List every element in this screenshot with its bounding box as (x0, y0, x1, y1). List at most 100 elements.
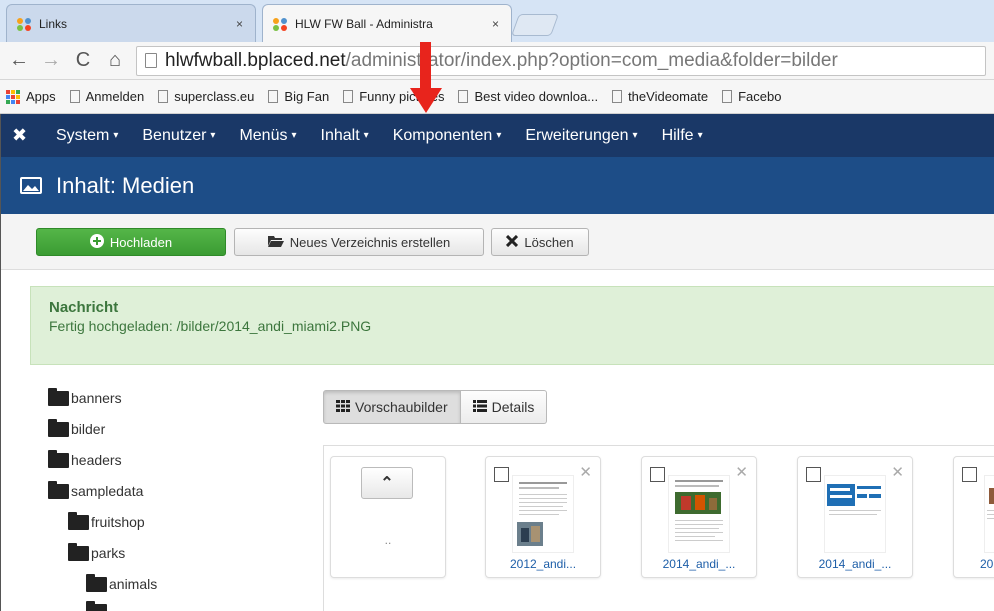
tab-links[interactable]: Links × (6, 4, 256, 42)
caret-down-icon: ▾ (697, 130, 703, 141)
tree-item-bilder[interactable]: bilder (48, 419, 106, 437)
window-left-border (0, 114, 1, 611)
folder-up-item[interactable]: ⌃ .. (330, 456, 446, 578)
page-icon (722, 90, 733, 103)
delete-item-icon[interactable]: ✕ (579, 463, 592, 481)
menu-hilfe[interactable]: Hilfe ▾ (662, 127, 703, 145)
select-checkbox[interactable] (806, 467, 821, 482)
bookmark-label: theVideomate (628, 89, 709, 104)
upload-button[interactable]: Hochladen (36, 228, 226, 256)
menu-label: Komponenten (392, 126, 493, 144)
menu-label: Menüs (239, 126, 288, 144)
page-icon (458, 90, 469, 103)
tab-close-icon[interactable]: × (232, 17, 247, 31)
page-icon (343, 90, 354, 103)
folder-up-button[interactable]: ⌃ (361, 467, 413, 499)
tree-item-animals[interactable]: animals (86, 574, 158, 592)
bookmark-anmelden[interactable]: Anmelden (69, 89, 144, 104)
folder-icon (48, 419, 69, 437)
folder-icon (86, 601, 107, 611)
media-item-name: 2012_andi... (509, 557, 577, 571)
image-preview (512, 475, 574, 553)
media-thumbnails: ⌃ .. ✕ 2012_andi... ✕ 2014_andi_... ✕ 20… (323, 445, 994, 611)
grid-icon (336, 399, 350, 415)
folder-icon (68, 543, 89, 561)
tree-item-fruitshop[interactable]: fruitshop (68, 512, 145, 530)
tab-close-icon[interactable]: × (488, 17, 503, 31)
bookmark-facebook[interactable]: Facebo (722, 89, 781, 104)
page-icon (268, 90, 279, 103)
tree-item-banners[interactable]: banners (48, 388, 122, 406)
new-folder-button[interactable]: Neues Verzeichnis erstellen (234, 228, 484, 256)
page-title: Inhalt: Medien (56, 172, 195, 198)
media-item[interactable]: 2014 (953, 456, 994, 578)
new-folder-button-label: Neues Verzeichnis erstellen (289, 234, 451, 250)
tree-item-label: animals (109, 576, 158, 592)
bookmark-best-video[interactable]: Best video downloa... (458, 89, 598, 104)
menu-erweiterungen[interactable]: Erweiterungen ▾ (525, 127, 637, 145)
thumbnails-view-button[interactable]: Vorschaubilder (323, 390, 461, 424)
folder-icon (48, 450, 69, 468)
tree-item-next[interactable] (86, 601, 107, 611)
delete-item-icon[interactable]: ✕ (891, 463, 904, 481)
menu-menues[interactable]: Menüs ▾ (239, 127, 296, 145)
tree-item-sampledata[interactable]: sampledata (48, 481, 143, 499)
tab-hlw-admin[interactable]: HLW FW Ball - Administra × (262, 4, 512, 42)
bookmark-label: Apps (26, 89, 56, 104)
bookmark-thevideomate[interactable]: theVideomate (612, 89, 708, 104)
action-toolbar: Hochladen Neues Verzeichnis erstellen Lö… (0, 214, 994, 270)
new-tab-button[interactable] (510, 14, 560, 36)
image-preview (984, 475, 994, 553)
back-button[interactable]: ← (8, 49, 30, 72)
bookmark-superclass[interactable]: superclass.eu (158, 89, 254, 104)
media-item[interactable]: ✕ 2014_andi_... (641, 456, 757, 578)
image-preview (824, 475, 886, 553)
menu-benutzer[interactable]: Benutzer ▾ (142, 127, 215, 145)
menu-label: Erweiterungen (525, 126, 629, 144)
tree-item-headers[interactable]: headers (48, 450, 122, 468)
success-message: Nachricht Fertig hochgeladen: /bilder/20… (30, 286, 994, 365)
plus-circle-icon (89, 233, 104, 251)
tree-item-label: headers (71, 452, 122, 468)
tree-item-label: fruitshop (91, 514, 145, 530)
page-icon (69, 90, 80, 103)
tree-item-label: bilder (71, 421, 106, 437)
forward-button[interactable]: → (40, 49, 62, 72)
address-bar[interactable]: hlwfwball.bplaced.net/administrator/inde… (136, 45, 986, 76)
caret-down-icon: ▾ (210, 130, 216, 141)
menu-inhalt[interactable]: Inhalt ▾ (321, 127, 369, 145)
folder-icon (48, 388, 69, 406)
tree-item-label: banners (71, 390, 122, 406)
tree-item-parks[interactable]: parks (68, 543, 125, 561)
delete-button[interactable]: Löschen (491, 228, 589, 256)
folder-icon (68, 512, 89, 530)
media-item[interactable]: ✕ 2012_andi... (485, 456, 601, 578)
media-item-name: 2014_andi_... (818, 557, 892, 571)
joomla-logo-icon[interactable]: ✖ (12, 125, 32, 146)
details-view-button[interactable]: Details (460, 390, 548, 424)
select-checkbox[interactable] (494, 467, 509, 482)
close-x-icon (506, 234, 519, 250)
annotation-arrow-icon (410, 88, 442, 113)
joomla-admin-menu: ✖ System ▾ Benutzer ▾ Menüs ▾ Inhalt ▾ Kompo… (0, 114, 994, 157)
bookmark-big-fan[interactable]: Big Fan (268, 89, 329, 104)
menu-label: Hilfe (661, 126, 694, 144)
delete-item-icon[interactable]: ✕ (735, 463, 748, 481)
view-toggle: Vorschaubilder Details (323, 390, 548, 424)
menu-label: Inhalt (320, 126, 360, 144)
caret-down-icon: ▾ (496, 130, 502, 141)
media-item-name: 2014_andi_... (662, 557, 736, 571)
page-icon (145, 53, 157, 68)
select-checkbox[interactable] (962, 467, 977, 482)
menu-komponenten[interactable]: Komponenten ▾ (393, 127, 502, 145)
thumbnails-view-label: Vorschaubilder (355, 399, 448, 415)
image-preview (668, 475, 730, 553)
reload-button[interactable]: C (72, 49, 94, 72)
bookmark-apps[interactable]: Apps (6, 89, 56, 104)
page-header: Inhalt: Medien (0, 157, 994, 214)
menu-system[interactable]: System ▾ (56, 127, 118, 145)
joomla-favicon-icon (15, 16, 33, 32)
home-button[interactable]: ⌂ (104, 49, 126, 72)
select-checkbox[interactable] (650, 467, 665, 482)
media-item[interactable]: ✕ 2014_andi_... (797, 456, 913, 578)
